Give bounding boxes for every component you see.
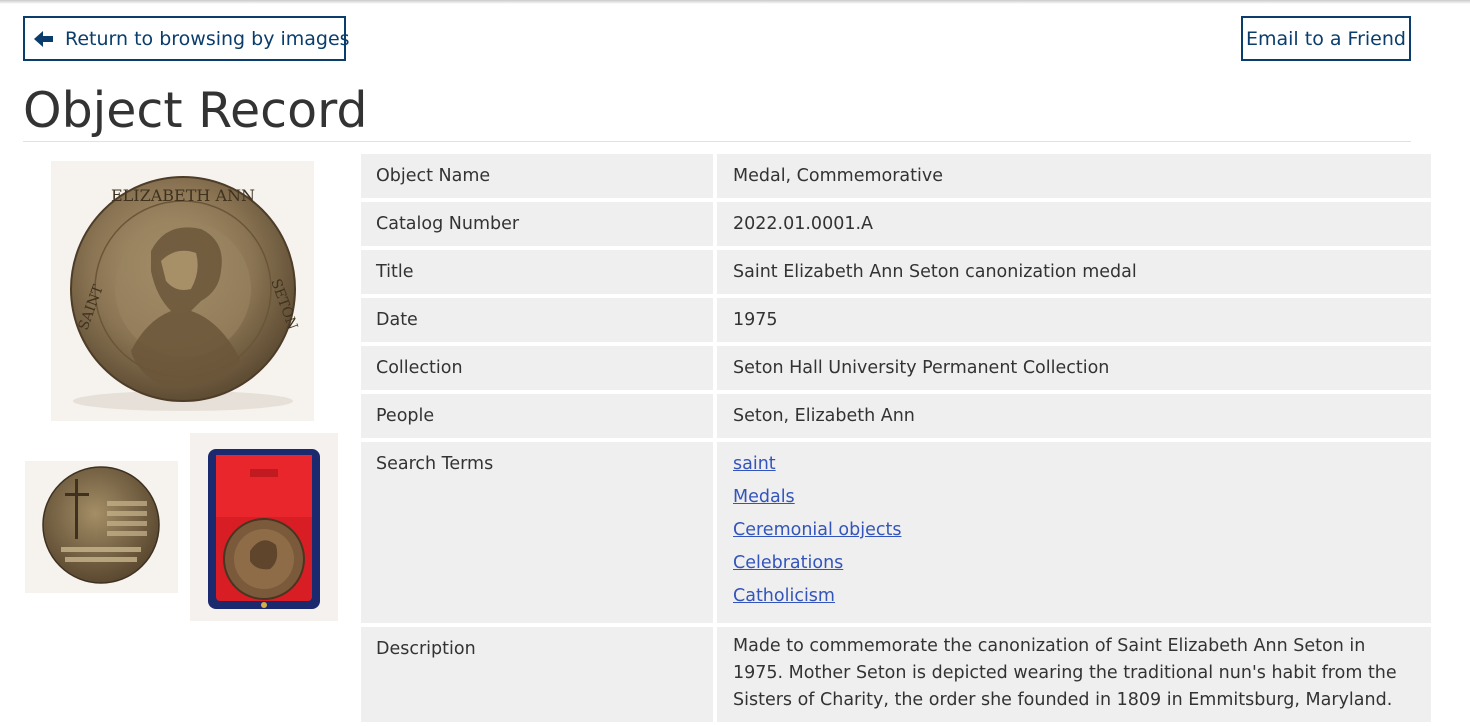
record-row-catalog-number: Catalog Number 2022.01.0001.A (361, 202, 1431, 246)
svg-text:ELIZABETH ANN: ELIZABETH ANN (111, 186, 255, 205)
medal-back-image[interactable] (25, 461, 178, 593)
record-row-object-name: Object Name Medal, Commemorative (361, 154, 1431, 198)
collection-label: Collection (361, 346, 713, 390)
page-title: Object Record (23, 82, 368, 139)
title-divider (23, 141, 1411, 142)
search-terms-value: saint Medals Ceremonial objects Celebrat… (717, 442, 1431, 623)
title-label: Title (361, 250, 713, 294)
search-terms-label: Search Terms (361, 442, 713, 623)
email-to-friend-label: Email to a Friend (1246, 27, 1406, 50)
email-to-friend-button[interactable]: Email to a Friend (1241, 16, 1411, 61)
record-row-date: Date 1975 (361, 298, 1431, 342)
record-row-collection: Collection Seton Hall University Permane… (361, 346, 1431, 390)
search-term-link[interactable]: Ceremonial objects (733, 519, 1416, 541)
search-term-link[interactable]: Medals (733, 486, 1416, 508)
search-term-link[interactable]: Celebrations (733, 552, 1416, 574)
date-label: Date (361, 298, 713, 342)
people-label: People (361, 394, 713, 438)
medal-in-case-image[interactable] (190, 433, 338, 621)
description-label: Description (361, 627, 713, 722)
date-value: 1975 (717, 298, 1431, 342)
search-term-link[interactable]: Catholicism (733, 585, 1416, 607)
description-value: Made to commemorate the canonization of … (717, 627, 1431, 722)
record-row-title: Title Saint Elizabeth Ann Seton canoniza… (361, 250, 1431, 294)
top-shadow (0, 0, 1470, 4)
record-row-people: People Seton, Elizabeth Ann (361, 394, 1431, 438)
search-term-link[interactable]: saint (733, 453, 1416, 475)
record-row-search-terms: Search Terms saint Medals Ceremonial obj… (361, 442, 1431, 623)
arrow-left-icon (33, 29, 55, 49)
collection-value: Seton Hall University Permanent Collecti… (717, 346, 1431, 390)
object-record-table: Object Name Medal, Commemorative Catalog… (361, 154, 1431, 726)
catalog-number-value: 2022.01.0001.A (717, 202, 1431, 246)
return-to-browsing-label: Return to browsing by images (65, 27, 350, 50)
medal-front-image[interactable]: ELIZABETH ANN SAINT SETON (51, 161, 314, 421)
record-row-description: Description Made to commemorate the cano… (361, 627, 1431, 722)
title-value: Saint Elizabeth Ann Seton canonization m… (717, 250, 1431, 294)
object-name-value: Medal, Commemorative (717, 154, 1431, 198)
object-name-label: Object Name (361, 154, 713, 198)
catalog-number-label: Catalog Number (361, 202, 713, 246)
people-value: Seton, Elizabeth Ann (717, 394, 1431, 438)
return-to-browsing-button[interactable]: Return to browsing by images (23, 16, 350, 61)
